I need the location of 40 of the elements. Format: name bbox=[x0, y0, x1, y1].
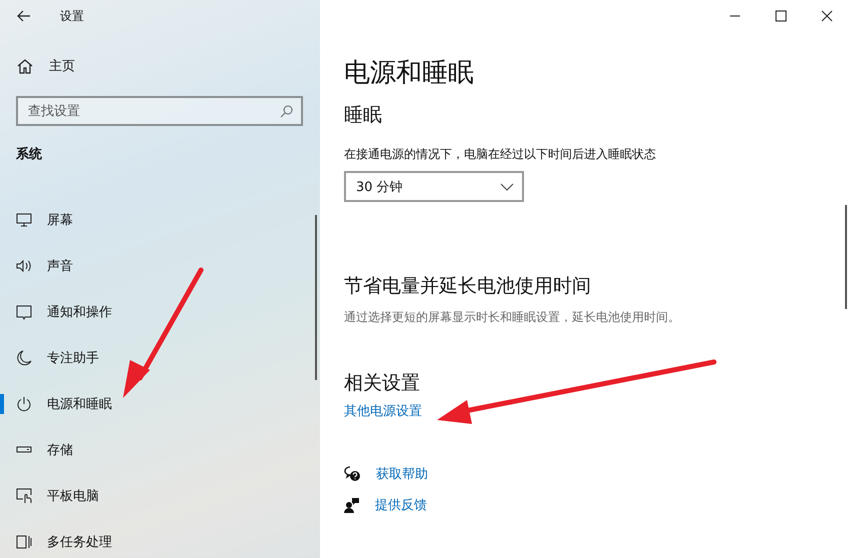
tablet-icon bbox=[16, 488, 32, 504]
sidebar-item[interactable]: 电源和睡眠 bbox=[0, 381, 320, 427]
sidebar-item[interactable]: 通知和操作 bbox=[0, 289, 320, 335]
sidebar-item[interactable]: 屏幕 bbox=[0, 197, 320, 243]
sidebar-item[interactable]: 多任务处理 bbox=[0, 519, 320, 558]
section-heading: 系统 bbox=[16, 146, 42, 163]
monitor-icon bbox=[16, 213, 32, 227]
sidebar-item[interactable]: 平板电脑 bbox=[0, 473, 320, 519]
speech-bubble-icon bbox=[16, 304, 32, 320]
help-link[interactable]: 提供反馈 bbox=[375, 496, 427, 514]
window-title: 设置 bbox=[60, 8, 84, 24]
section-heading: 相关设置 bbox=[344, 371, 420, 396]
help-bubble-icon bbox=[344, 466, 361, 482]
description-text: 通过选择更短的屏幕显示时长和睡眠设置，延长电池使用时间。 bbox=[344, 309, 680, 326]
search-field[interactable]: 查找设置 bbox=[16, 96, 303, 126]
search-icon bbox=[280, 105, 293, 118]
back-arrow-icon[interactable] bbox=[17, 10, 31, 22]
scrollbar[interactable] bbox=[845, 205, 847, 309]
home-icon bbox=[17, 58, 33, 74]
sidebar-item[interactable]: 专注助手 bbox=[0, 335, 320, 381]
close-icon[interactable] bbox=[821, 10, 833, 22]
section-heading: 睡眠 bbox=[344, 103, 382, 128]
drive-icon bbox=[16, 446, 32, 454]
maximize-icon[interactable] bbox=[775, 10, 787, 22]
speaker-icon bbox=[16, 259, 32, 273]
page-title: 电源和睡眠 bbox=[344, 57, 474, 90]
sidebar-item[interactable]: 声音 bbox=[0, 243, 320, 289]
home-link[interactable]: 主页 bbox=[0, 57, 75, 75]
multitask-icon bbox=[16, 535, 32, 549]
sidebar-item[interactable]: 存储 bbox=[0, 427, 320, 473]
person-feedback-icon bbox=[344, 497, 360, 513]
moon-icon bbox=[16, 350, 32, 366]
help-link[interactable]: 获取帮助 bbox=[376, 465, 428, 483]
scrollbar[interactable] bbox=[315, 215, 317, 380]
field-label: 在接通电源的情况下，电脑在经过以下时间后进入睡眠状态 bbox=[344, 146, 656, 163]
power-icon bbox=[16, 396, 32, 412]
power-settings-link[interactable]: 其他电源设置 bbox=[344, 402, 422, 420]
chevron-down-icon bbox=[500, 182, 514, 190]
section-heading: 节省电量并延长电池使用时间 bbox=[344, 274, 591, 299]
sleep-dropdown[interactable]: 30 分钟 bbox=[344, 171, 524, 202]
